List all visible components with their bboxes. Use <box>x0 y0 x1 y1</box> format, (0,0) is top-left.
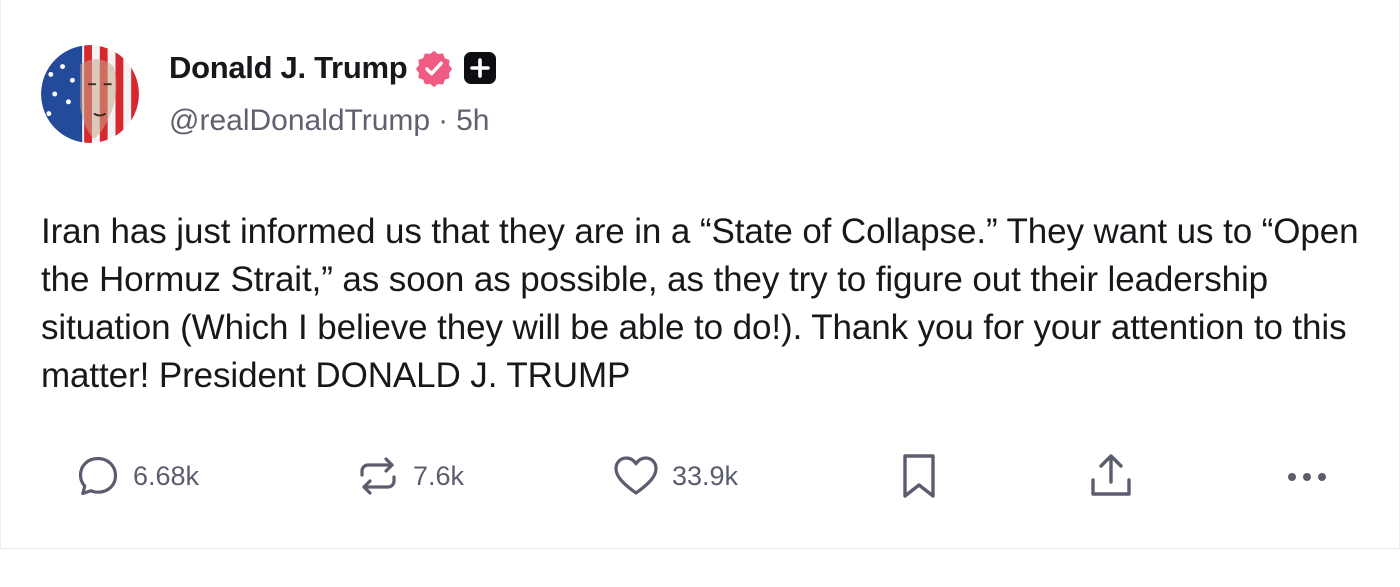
author-meta-row: @realDonaldTrump · 5h <box>169 104 489 138</box>
more-icon <box>1288 473 1326 481</box>
post-card: Donald J. Trump @realDonaldTrump · 5h Ir… <box>0 0 1400 549</box>
retruth-icon <box>360 457 396 495</box>
heart-icon <box>614 456 658 495</box>
post-text: Iran has just informed us that they are … <box>41 212 1359 395</box>
avatar[interactable] <box>41 45 139 143</box>
retruth-count: 7.6k <box>413 460 465 491</box>
reply-button[interactable]: 6.68k <box>75 448 199 504</box>
author-name-row: Donald J. Trump <box>169 46 497 90</box>
reply-icon <box>78 456 118 496</box>
verified-badge-icon <box>415 49 453 87</box>
like-button[interactable]: 33.9k <box>612 448 738 504</box>
retruth-button[interactable]: 7.6k <box>355 448 464 504</box>
bookmark-icon <box>903 454 935 498</box>
post-timestamp[interactable]: 5h <box>456 104 489 138</box>
share-button[interactable] <box>1087 448 1135 504</box>
bookmark-button[interactable] <box>897 448 941 504</box>
avatar-image <box>41 45 139 143</box>
author-display-name[interactable]: Donald J. Trump <box>169 50 408 86</box>
plus-badge-icon <box>463 51 497 85</box>
author-handle[interactable]: @realDonaldTrump <box>169 104 430 138</box>
post-actions-bar: 6.68k 7.6k 33.9k <box>1 448 1400 504</box>
reply-count: 6.68k <box>133 460 200 491</box>
meta-separator: · <box>438 104 449 137</box>
share-icon <box>1091 454 1131 496</box>
more-options-button[interactable] <box>1283 448 1331 504</box>
like-count: 33.9k <box>672 460 739 491</box>
